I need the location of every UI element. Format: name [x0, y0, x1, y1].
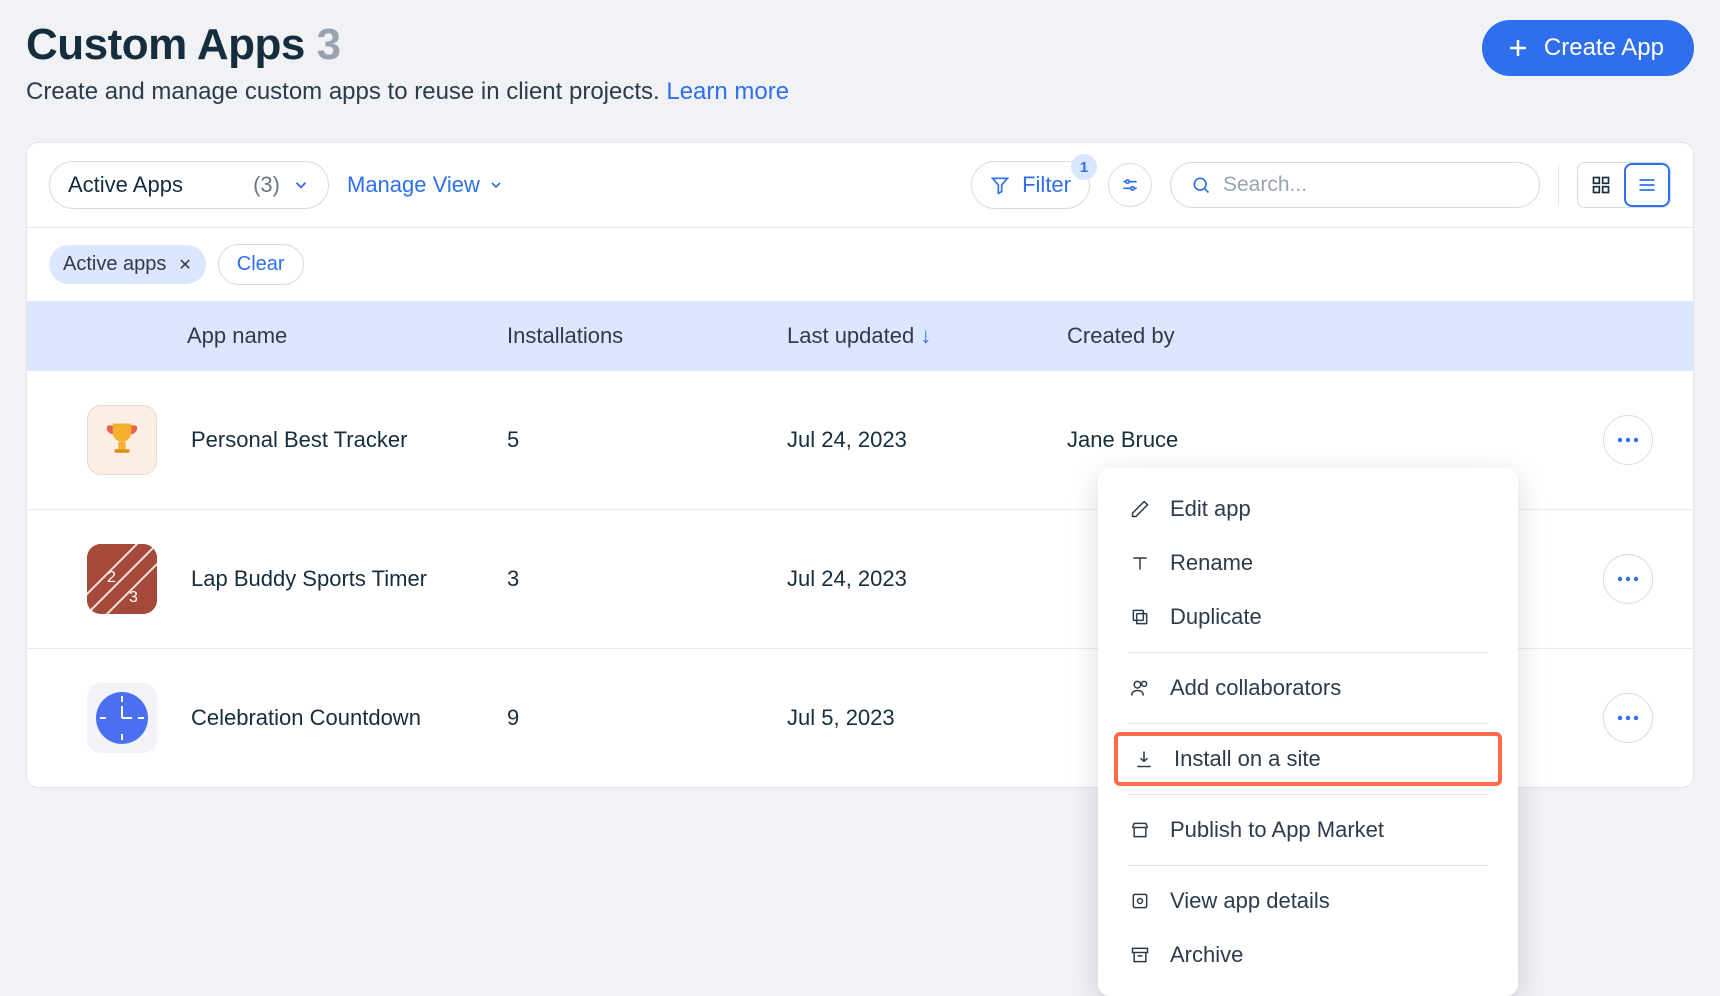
row-context-menu: Edit app Rename Duplicate Add collaborat…	[1098, 468, 1518, 996]
app-icon	[87, 683, 157, 753]
users-icon	[1128, 678, 1152, 698]
app-name: Personal Best Tracker	[191, 427, 407, 453]
svg-text:3: 3	[129, 589, 138, 606]
menu-add-collaborators[interactable]: Add collaborators	[1098, 661, 1518, 715]
installations-cell: 3	[507, 510, 787, 649]
row-more-button[interactable]	[1603, 554, 1653, 604]
active-filter-chip[interactable]: Active apps ✕	[49, 245, 206, 284]
dots-icon	[1617, 576, 1639, 582]
svg-text:2: 2	[107, 569, 116, 586]
menu-duplicate[interactable]: Duplicate	[1098, 590, 1518, 644]
col-last-updated[interactable]: Last updated↓	[787, 301, 1067, 371]
row-more-button[interactable]	[1603, 415, 1653, 465]
create-app-button[interactable]: Create App	[1482, 20, 1694, 76]
row-more-button[interactable]	[1603, 693, 1653, 743]
sliders-icon	[1120, 175, 1140, 195]
grid-icon	[1591, 175, 1611, 195]
updated-cell: Jul 5, 2023	[787, 649, 1067, 788]
list-icon	[1637, 175, 1657, 195]
col-app-name[interactable]: App name	[27, 301, 507, 371]
text-icon	[1128, 553, 1152, 573]
learn-more-link[interactable]: Learn more	[666, 78, 789, 105]
grid-view-toggle[interactable]	[1578, 163, 1624, 207]
chevron-down-icon	[292, 176, 310, 194]
filter-icon	[990, 175, 1010, 195]
col-installations[interactable]: Installations	[507, 301, 787, 371]
menu-view-details[interactable]: View app details	[1098, 874, 1518, 928]
remove-chip-icon[interactable]: ✕	[178, 255, 191, 275]
archive-icon	[1128, 945, 1152, 965]
updated-cell: Jul 24, 2023	[787, 371, 1067, 510]
menu-install-on-site[interactable]: Install on a site	[1114, 732, 1502, 786]
app-name: Lap Buddy Sports Timer	[191, 566, 427, 592]
settings-button[interactable]	[1108, 163, 1152, 207]
installations-cell: 9	[507, 649, 787, 788]
app-icon	[87, 405, 157, 475]
menu-archive[interactable]: Archive	[1098, 928, 1518, 982]
search-input-wrap[interactable]	[1170, 162, 1540, 208]
sort-down-icon: ↓	[920, 323, 931, 348]
installations-cell: 5	[507, 371, 787, 510]
col-created-by[interactable]: Created by	[1067, 301, 1573, 371]
pencil-icon	[1128, 499, 1152, 519]
filter-count-badge: 1	[1071, 154, 1097, 180]
copy-icon	[1128, 607, 1152, 627]
chevron-down-icon	[488, 177, 504, 193]
search-icon	[1191, 175, 1211, 195]
menu-rename[interactable]: Rename	[1098, 536, 1518, 590]
dots-icon	[1617, 437, 1639, 443]
menu-publish[interactable]: Publish to App Market	[1098, 803, 1518, 857]
download-icon	[1132, 749, 1156, 769]
search-input[interactable]	[1223, 173, 1519, 197]
plus-icon	[1506, 36, 1530, 60]
page-subtitle: Create and manage custom apps to reuse i…	[26, 78, 789, 106]
clear-filters-button[interactable]: Clear	[218, 244, 304, 285]
view-select[interactable]: Active Apps (3)	[49, 161, 329, 209]
info-icon	[1128, 891, 1152, 911]
page-title: Custom Apps 3	[26, 20, 789, 70]
view-toggle	[1577, 162, 1671, 208]
app-icon: 23	[87, 544, 157, 614]
app-name: Celebration Countdown	[191, 705, 421, 731]
store-icon	[1128, 820, 1152, 840]
filter-button[interactable]: Filter 1	[971, 161, 1090, 209]
menu-edit-app[interactable]: Edit app	[1098, 482, 1518, 536]
manage-view-link[interactable]: Manage View	[347, 172, 504, 198]
dots-icon	[1617, 715, 1639, 721]
list-view-toggle[interactable]	[1624, 163, 1670, 207]
updated-cell: Jul 24, 2023	[787, 510, 1067, 649]
